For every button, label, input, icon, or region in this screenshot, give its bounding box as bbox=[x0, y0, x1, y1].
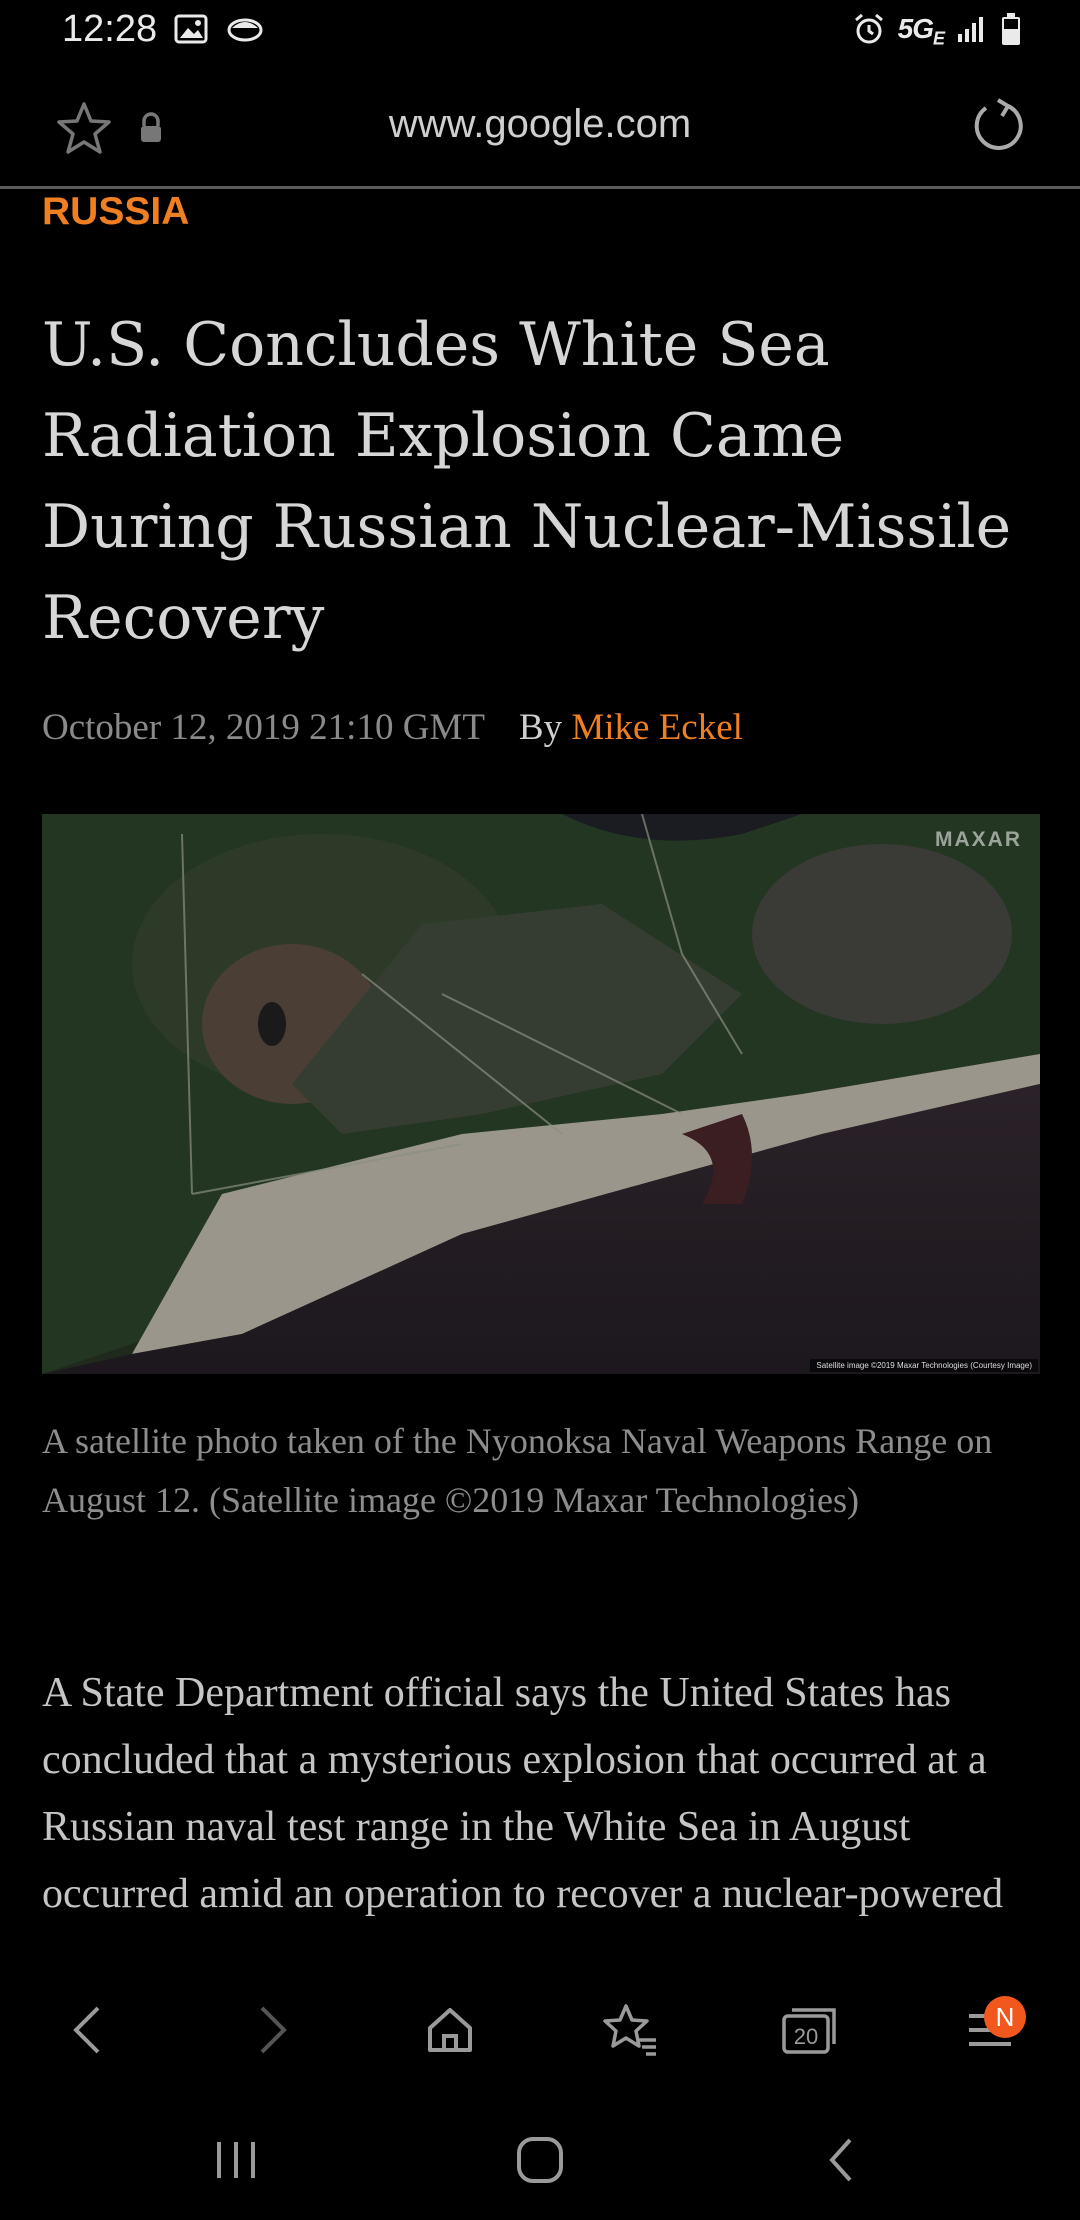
reload-button[interactable] bbox=[968, 96, 1028, 156]
battery-icon bbox=[1000, 12, 1022, 51]
status-bar: 12:28 5GE bbox=[0, 0, 1080, 64]
section-label[interactable]: RUSSIA bbox=[42, 190, 189, 234]
headline: U.S. Concludes White Sea Radiation Explos… bbox=[42, 310, 1012, 653]
publish-date: October 12, 2019 21:10 GMT bbox=[42, 707, 485, 748]
address-bar: www.google.com bbox=[0, 64, 1080, 189]
photo-credit: Satellite image ©2019 Maxar Technologies… bbox=[810, 1359, 1038, 1372]
photo-caption: A satellite photo taken of the Nyonoksa … bbox=[42, 1421, 993, 1520]
system-nav-bar bbox=[0, 2090, 1080, 2220]
image-icon bbox=[174, 14, 208, 49]
tab-count: 20 bbox=[794, 2024, 818, 2049]
home-button[interactable] bbox=[410, 1990, 490, 2070]
back-button[interactable] bbox=[48, 1990, 128, 2070]
back-nav-button[interactable] bbox=[802, 2120, 882, 2200]
recent-apps-button[interactable] bbox=[196, 2120, 276, 2200]
article-meta: October 12, 2019 21:10 GMT By Mike Eckel bbox=[42, 706, 743, 749]
bookmarks-button[interactable] bbox=[590, 1990, 670, 2070]
network-label: 5GE bbox=[897, 13, 945, 49]
alarm-icon bbox=[852, 12, 886, 51]
article-body-viewport: A State Department official says the Uni… bbox=[0, 1660, 1080, 1970]
byline-label: By bbox=[518, 707, 563, 748]
url-field[interactable]: www.google.com bbox=[0, 102, 1080, 147]
tabs-button[interactable]: 20 bbox=[770, 1990, 850, 2070]
cloud-icon bbox=[226, 14, 264, 49]
browser-toolbar: 20 N bbox=[0, 1970, 1080, 2090]
home-nav-button[interactable] bbox=[500, 2120, 580, 2200]
forward-button[interactable] bbox=[232, 1990, 312, 2070]
signal-icon bbox=[956, 14, 988, 49]
satellite-photo[interactable]: MAXAR Satellite image ©2019 Maxar Techno… bbox=[42, 814, 1040, 1374]
photo-watermark: MAXAR bbox=[935, 828, 1022, 851]
notification-badge: N bbox=[984, 1996, 1026, 2038]
menu-button[interactable]: N bbox=[950, 1990, 1030, 2070]
article-body: A State Department official says the Uni… bbox=[42, 1670, 1004, 1917]
author-link[interactable]: Mike Eckel bbox=[571, 707, 743, 748]
status-time: 12:28 bbox=[62, 8, 158, 50]
